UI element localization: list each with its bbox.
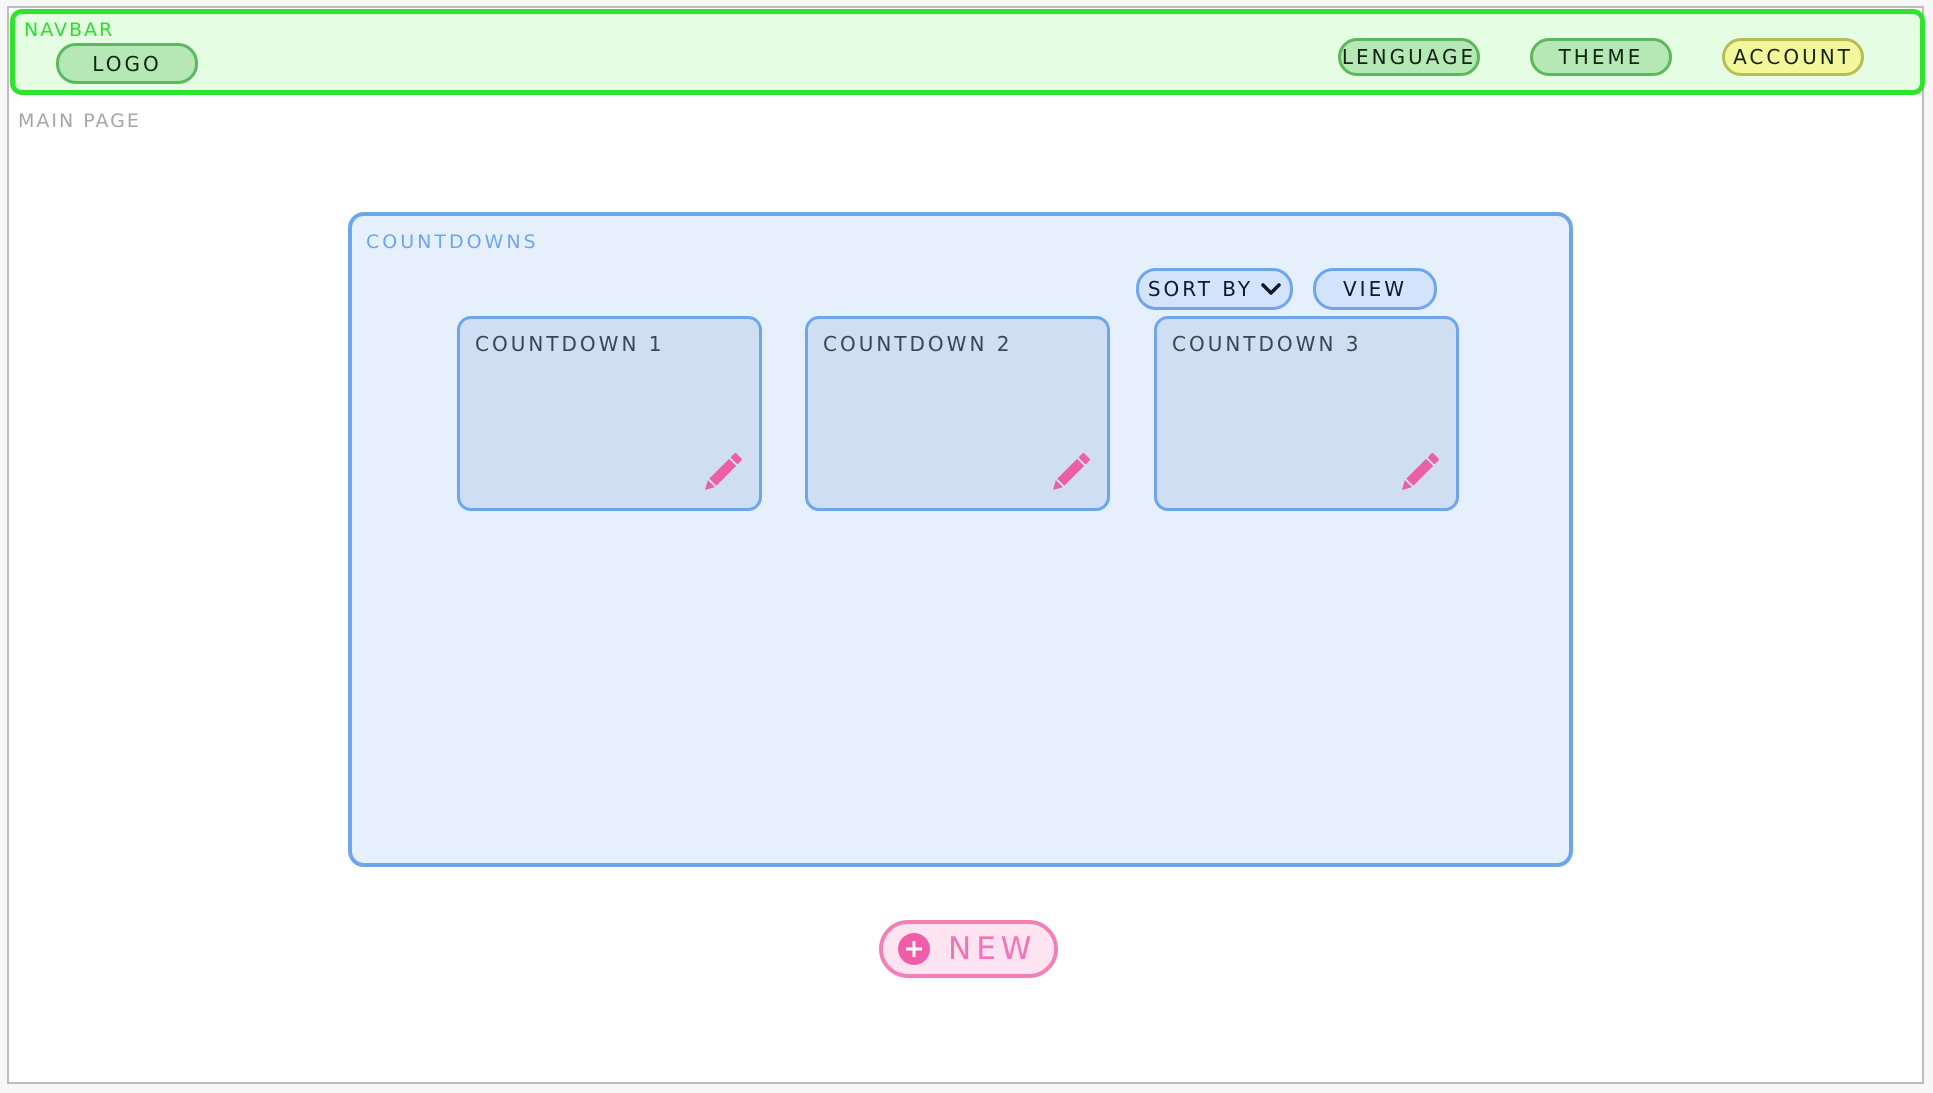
countdowns-label: COUNTDOWNS <box>366 231 539 253</box>
sort-by-button[interactable]: SORT BY <box>1136 268 1293 310</box>
pencil-icon[interactable] <box>1394 448 1444 498</box>
plus-circle-icon <box>898 933 930 965</box>
countdown-title: COUNTDOWN 3 <box>1172 332 1362 356</box>
sort-by-label: SORT BY <box>1147 277 1254 301</box>
countdown-title: COUNTDOWN 1 <box>475 332 665 356</box>
main-page-label: MAIN PAGE <box>18 110 141 132</box>
countdown-card[interactable]: COUNTDOWN 2 <box>805 316 1110 511</box>
chevron-down-icon <box>1261 283 1281 295</box>
countdown-title: COUNTDOWN 2 <box>823 332 1013 356</box>
new-button-label: NEW <box>948 931 1037 967</box>
new-countdown-button[interactable]: NEW <box>879 920 1058 978</box>
countdown-card[interactable]: COUNTDOWN 3 <box>1154 316 1459 511</box>
pencil-icon[interactable] <box>1045 448 1095 498</box>
app-window: NAVBAR LOGO LENGUAGE THEME ACCOUNT MAIN … <box>7 6 1925 1084</box>
pencil-icon[interactable] <box>697 448 747 498</box>
navbar: NAVBAR LOGO LENGUAGE THEME ACCOUNT <box>10 9 1925 95</box>
logo-button[interactable]: LOGO <box>56 43 198 84</box>
navbar-label: NAVBAR <box>24 19 115 41</box>
language-button[interactable]: LENGUAGE <box>1338 38 1480 76</box>
view-button[interactable]: VIEW <box>1313 268 1437 310</box>
countdowns-panel: COUNTDOWNS SORT BY VIEW COUNTDOWN 1 COUN… <box>348 212 1573 867</box>
account-button[interactable]: ACCOUNT <box>1722 38 1864 76</box>
theme-button[interactable]: THEME <box>1530 38 1672 76</box>
countdown-card[interactable]: COUNTDOWN 1 <box>457 316 762 511</box>
